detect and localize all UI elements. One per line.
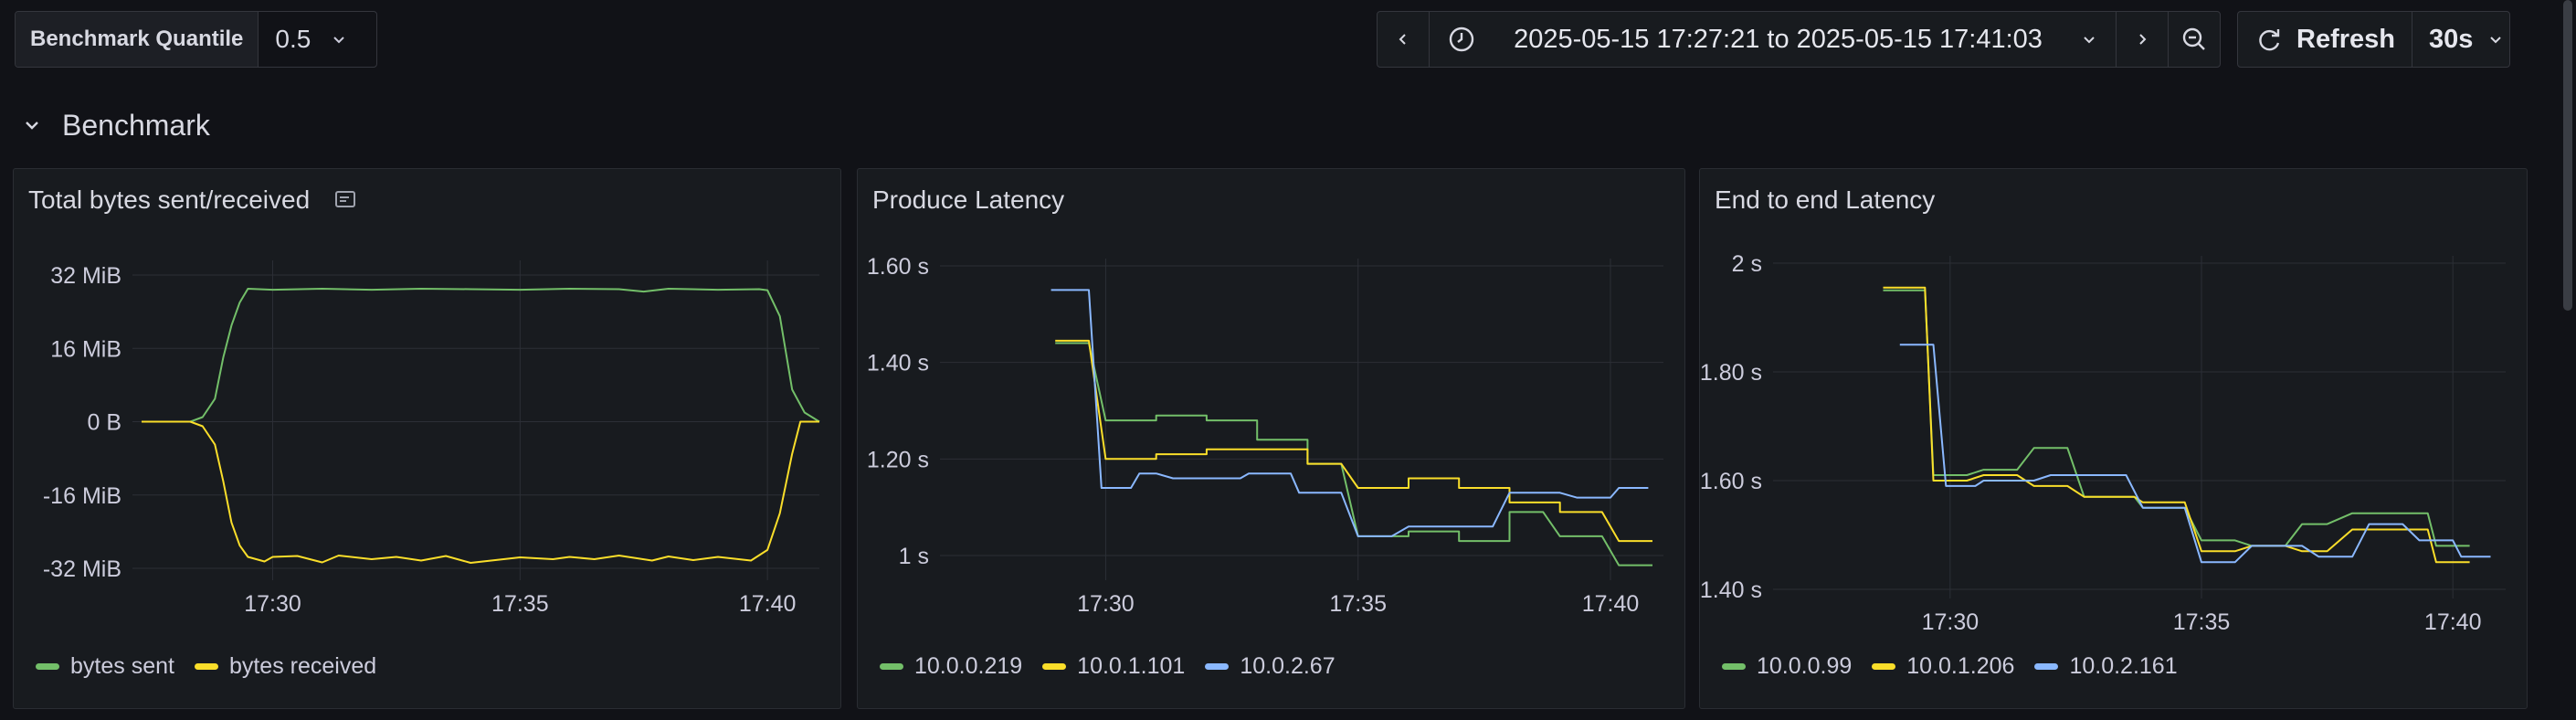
legend-swatch [1205,663,1230,670]
series-line [142,420,819,564]
legend-item[interactable]: 10.0.1.101 [1042,653,1185,680]
variable-dropdown[interactable]: 0.5 [259,12,364,67]
y-tick-label: 0 B [87,410,121,436]
refresh-icon [2259,29,2280,51]
x-tick-label: 17:35 [491,591,549,617]
panel-total-bytes: 32 MiB 16 MiB 0 B -16 MiB -32 MiB 17:30 17:35 1… [13,168,841,709]
legend-item[interactable]: bytes sent [36,653,174,680]
legend-swatch [2034,663,2059,670]
refresh-interval-value: 30s [2429,24,2474,54]
refresh-button[interactable]: Refresh [2238,12,2412,67]
chart-title: Total bytes sent/received [28,185,311,214]
time-range-label: 2025-05-15 17:27:21 to 2025-05-15 17:41:… [1514,24,2043,54]
y-tick-label: 1.80 s [1700,360,1762,386]
legend-label: 10.0.1.101 [1077,653,1186,679]
panel-title: Total bytes sent/received [28,185,359,215]
chart-produce-latency: 1.60 s 1.40 s 1.20 s 1 s 17:30 17:35 17:40 [867,254,1663,617]
row-header[interactable]: Benchmark [22,102,210,148]
x-tick-label: 17:40 [2424,609,2482,635]
time-forward-button[interactable] [2117,12,2169,67]
x-tick-label: 17:40 [1582,591,1640,617]
legend: 10.0.0.99 10.0.1.206 10.0.2.161 [1722,653,2178,680]
clock-icon [1449,26,1474,52]
legend-swatch [1872,663,1896,670]
x-tick-label: 17:35 [2173,609,2231,635]
legend-item[interactable]: 10.0.0.99 [1722,653,1852,680]
variable-value: 0.5 [275,25,311,53]
y-tick-label: 1.60 s [1700,469,1762,494]
legend-swatch [194,663,218,670]
legend-swatch [880,663,903,670]
legend-item[interactable]: 10.0.1.206 [1872,653,2014,680]
page-scrollbar[interactable] [2563,0,2572,311]
refresh-label: Refresh [2296,24,2395,54]
y-tick-label: 1.20 s [867,447,929,472]
chevron-down-icon [2084,37,2095,44]
chevron-down-icon [333,37,345,44]
legend-item[interactable]: 10.0.0.219 [880,653,1022,680]
chevron-left-icon [1399,34,1406,45]
chevron-down-icon [2490,37,2502,44]
panel-title: End to end Latency [1715,185,1935,215]
panel-produce-latency: 1.60 s 1.40 s 1.20 s 1 s 17:30 17:35 17:40 Pro… [857,168,1685,709]
chart-total-bytes: 32 MiB 16 MiB 0 B -16 MiB -32 MiB 17:30 17:35 1… [43,260,820,617]
legend-item[interactable]: bytes received [194,653,377,680]
chart-e2e-latency: 2 s 1.80 s 1.60 s 1.40 s 17:30 17:35 17:40 [1700,251,2506,635]
row-title: Benchmark [62,108,210,142]
legend-label: 10.0.2.67 [1240,653,1336,679]
chevron-right-icon [2139,34,2147,45]
series-line [142,288,820,423]
x-tick-label: 17:30 [1922,609,1980,635]
zoom-out-button[interactable] [2169,12,2220,67]
chart-title: Produce Latency [872,185,1065,214]
legend-swatch [1722,663,1746,670]
chart-title: End to end Latency [1715,185,1936,214]
legend-label: bytes received [228,653,377,679]
y-tick-label: 32 MiB [50,263,121,289]
legend-label: 10.0.1.206 [1906,653,2015,679]
refresh-picker: Refresh 30s [2237,11,2510,68]
y-tick-label: 1.60 s [867,254,929,280]
legend-item[interactable]: 10.0.2.67 [1205,653,1336,680]
series-line [1055,339,1652,543]
y-tick-label: 1.40 s [1700,577,1762,603]
legend-label: 10.0.2.161 [2069,653,2178,679]
legend-swatch [1042,663,1067,670]
time-back-button[interactable] [1378,12,1430,67]
series-line [1883,286,2470,564]
legend-swatch [36,663,59,670]
panel-title: Produce Latency [872,185,1064,215]
y-tick-label: 1 s [899,544,929,569]
refresh-interval-dropdown[interactable]: 30s [2412,12,2509,67]
legend: bytes sent bytes received [36,653,376,680]
legend-item[interactable]: 10.0.2.161 [2034,653,2178,680]
y-tick-label: 16 MiB [50,336,121,362]
legend-label: 10.0.0.219 [914,653,1023,679]
legend-label: bytes sent [70,653,174,679]
y-tick-label: 1.40 s [867,351,929,376]
x-tick-label: 17:40 [739,591,797,617]
x-tick-label: 17:30 [244,591,301,617]
y-tick-label: -32 MiB [43,556,121,582]
chevron-down-icon [26,122,38,130]
panel-info-icon[interactable] [333,189,359,211]
time-picker: 2025-05-15 17:27:21 to 2025-05-15 17:41:… [1377,11,2221,68]
series-line [1055,342,1652,566]
x-tick-label: 17:30 [1077,591,1135,617]
variable-label: Benchmark Quantile [16,12,259,67]
y-tick-label: 2 s [1732,251,1762,277]
variable-selector: Benchmark Quantile 0.5 [15,11,377,68]
time-range-button[interactable]: 2025-05-15 17:27:21 to 2025-05-15 17:41:… [1430,12,2117,67]
x-tick-label: 17:35 [1329,591,1387,617]
y-tick-label: -16 MiB [43,483,121,509]
legend: 10.0.0.219 10.0.1.101 10.0.2.67 [880,653,1336,680]
legend-label: 10.0.0.99 [1757,653,1853,679]
zoom-out-icon [2182,27,2205,50]
panel-e2e-latency: 2 s 1.80 s 1.60 s 1.40 s 17:30 17:35 17:40 End… [1699,168,2528,709]
